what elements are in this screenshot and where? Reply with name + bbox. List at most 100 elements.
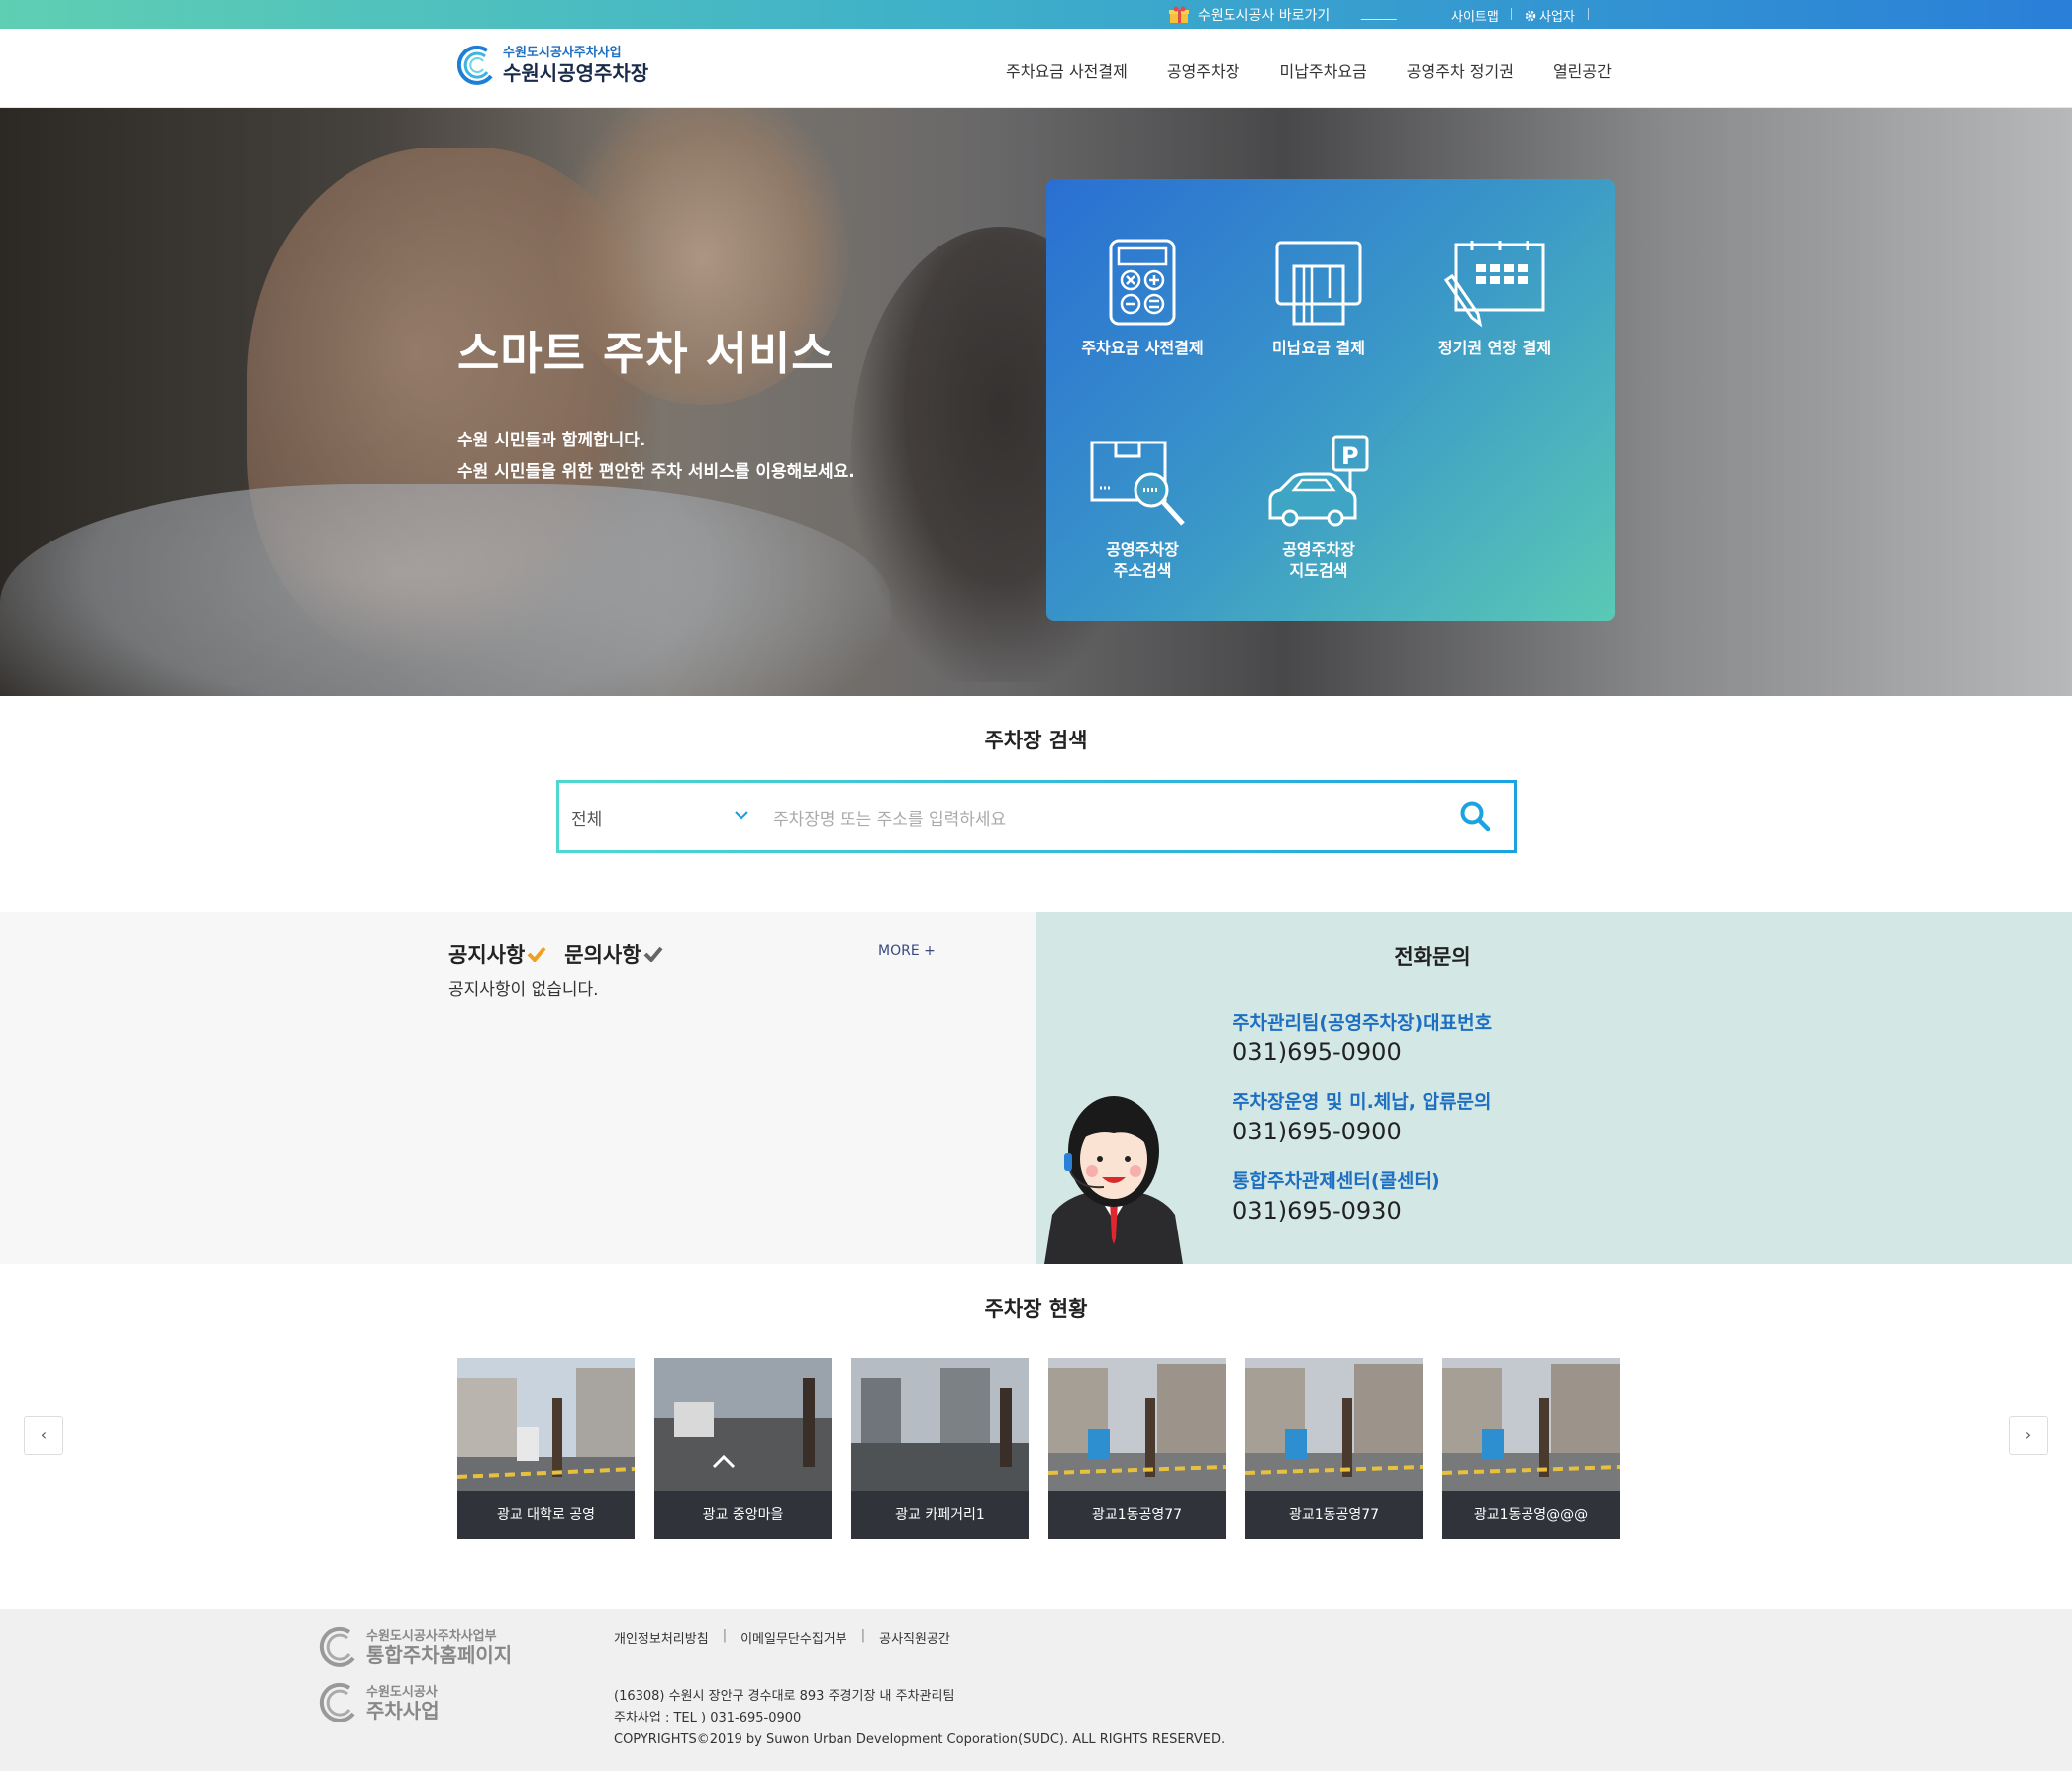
staff-space-link[interactable]: 공사직원공간 bbox=[879, 1628, 950, 1647]
notice-tabs: 공지사항 문의사항 bbox=[448, 939, 663, 969]
parking-lot-card[interactable]: 광교 카페거리1 bbox=[851, 1358, 1029, 1539]
parking-lot-name: 광교1동공영77 bbox=[1288, 1507, 1380, 1523]
footer-address: (16308) 수원시 장안구 경수대로 893 주경기장 내 주차관리팀 bbox=[614, 1689, 955, 1704]
service-season-pass[interactable]: 정기권 연장 결제 bbox=[1411, 239, 1579, 358]
phone-entry: 주차장운영 및 미.체납, 압류문의 031)695-0900 bbox=[1233, 1088, 1492, 1147]
calculator-icon bbox=[1109, 239, 1176, 326]
site-logo[interactable]: 수원도시공사주차사업 수원시공영주차장 bbox=[457, 45, 648, 86]
service-map-search-label1: 공영주차장 bbox=[1282, 541, 1355, 559]
service-address-search[interactable]: 공영주차장 주소검색 bbox=[1058, 435, 1227, 581]
site-header: 수원도시공사주차사업 수원시공영주차장 주차요금 사전결제 공영주차장 미납주차… bbox=[0, 29, 2072, 108]
nav-season-pass[interactable]: 공영주차 정기권 bbox=[1407, 58, 1514, 82]
footer-info: (16308) 수원시 장안구 경수대로 893 주경기장 내 주차관리팀 주차… bbox=[614, 1686, 1225, 1751]
nav-open-space[interactable]: 열린공간 bbox=[1553, 58, 1612, 82]
parking-lot-photo bbox=[1245, 1358, 1423, 1491]
footer-copyright: COPYRIGHTS©2019 by Suwon Urban Developme… bbox=[614, 1732, 1226, 1747]
status-title: 주차장 현황 bbox=[984, 1297, 1088, 1321]
phone-inquiry-section: 전화문의 주차관리팀(공영주차장)대표번호 031)695-0900 주차장운영… bbox=[1036, 912, 2072, 1264]
divider: | bbox=[860, 1628, 866, 1643]
tab-inquiry[interactable]: 문의사항 bbox=[564, 939, 663, 969]
parking-search-box: 전체 주차장명 또는 주소를 입력하세요 bbox=[556, 780, 1517, 853]
search-category-select[interactable]: 전체 bbox=[571, 805, 602, 830]
sitemap-link[interactable]: 사이트맵 bbox=[1451, 6, 1499, 25]
email-refusal-link[interactable]: 이메일무단수집거부 bbox=[740, 1628, 847, 1647]
top-utility-bar: 수원도시공사 바로가기 사이트맵 사업자 bbox=[0, 0, 2072, 29]
footer-logo-sub: 수원도시공사주차사업부 bbox=[366, 1628, 497, 1644]
parking-lot-photo bbox=[654, 1358, 832, 1491]
phone-entry-label: 통합주차관제센터(콜센터) bbox=[1233, 1170, 1440, 1192]
footer-logo-main: 주차사업 bbox=[366, 1698, 440, 1722]
nav-prepayment[interactable]: 주차요금 사전결제 bbox=[1006, 58, 1128, 82]
carousel-prev-button[interactable]: ‹ bbox=[24, 1416, 63, 1455]
service-map-search-label2: 지도검색 bbox=[1289, 561, 1348, 580]
business-label: 사업자 bbox=[1539, 10, 1575, 25]
chevron-down-icon[interactable] bbox=[732, 805, 751, 825]
logo-swirl-icon bbox=[457, 45, 493, 85]
logo-swirl-icon bbox=[319, 1682, 355, 1722]
tab-notice-label: 공지사항 bbox=[448, 943, 526, 967]
privacy-policy-link[interactable]: 개인정보처리방침 bbox=[614, 1628, 709, 1647]
notice-empty-message: 공지사항이 없습니다. bbox=[448, 980, 599, 1000]
svg-text:P: P bbox=[1341, 443, 1359, 470]
corp-link[interactable]: 수원도시공사 바로가기 bbox=[1168, 5, 1398, 25]
gear-icon bbox=[1525, 10, 1536, 21]
divider: | bbox=[722, 1628, 728, 1643]
site-footer: 수원도시공사주차사업부 통합주차홈페이지 수원도시공사 주차사업 개인정보처리방… bbox=[0, 1609, 2072, 1771]
service-unpaid[interactable]: 미납요금 결제 bbox=[1234, 239, 1403, 358]
phone-entry-number[interactable]: 031)695-0930 bbox=[1233, 1195, 1440, 1227]
corp-link-label: 수원도시공사 바로가기 bbox=[1198, 8, 1331, 24]
divider bbox=[1588, 8, 1589, 20]
service-prepayment[interactable]: 주차요금 사전결제 bbox=[1058, 239, 1227, 358]
parking-lot-card[interactable]: 광교 중앙마을 bbox=[654, 1358, 832, 1539]
service-prepayment-label: 주차요금 사전결제 bbox=[1081, 339, 1204, 357]
hero-subtitle-line2: 수원 시민들을 위한 편안한 주차 서비스를 이용해보세요. bbox=[457, 462, 855, 482]
arrow-decoration bbox=[1353, 10, 1398, 20]
parking-lot-card[interactable]: 광교1동공영@@@ bbox=[1442, 1358, 1620, 1539]
phone-entry: 주차관리팀(공영주차장)대표번호 031)695-0900 bbox=[1233, 1009, 1492, 1068]
phone-entry: 통합주차관제센터(콜센터) 031)695-0930 bbox=[1233, 1167, 1440, 1227]
parking-lot-carousel: 광교 대학로 공영 광교 중앙마을 광교 카페거리1 광교1동공영77 광교1동… bbox=[457, 1358, 1620, 1539]
search-input[interactable]: 주차장명 또는 주소를 입력하세요 bbox=[773, 805, 1006, 830]
notice-section: 공지사항 문의사항 MORE + 공지사항이 없습니다. bbox=[0, 912, 1036, 1264]
parking-lot-name: 광교 카페거리1 bbox=[895, 1507, 985, 1523]
parking-lot-card[interactable]: 광교1동공영77 bbox=[1048, 1358, 1226, 1539]
phone-entry-number[interactable]: 031)695-0900 bbox=[1233, 1036, 1492, 1068]
search-inner: 전체 주차장명 또는 주소를 입력하세요 bbox=[559, 783, 1514, 850]
phone-title: 전화문의 bbox=[1394, 945, 1471, 969]
hero-overlay bbox=[0, 108, 2072, 696]
service-unpaid-label: 미납요금 결제 bbox=[1272, 339, 1365, 357]
footer-logo-main: 통합주차홈페이지 bbox=[366, 1642, 513, 1667]
parking-lot-photo bbox=[1048, 1358, 1226, 1491]
phone-entry-number[interactable]: 031)695-0900 bbox=[1233, 1116, 1492, 1147]
logo-subtitle: 수원도시공사주차사업 bbox=[503, 46, 622, 60]
footer-tel: 주차사업 : TEL ) 031-695-0900 bbox=[614, 1711, 802, 1725]
footer-links: 개인정보처리방침 | 이메일무단수집거부 | 공사직원공간 bbox=[614, 1628, 950, 1647]
car-parking-map-icon: P bbox=[1268, 435, 1369, 527]
parking-lot-card[interactable]: 광교 대학로 공영 bbox=[457, 1358, 635, 1539]
quick-service-panel: 주차요금 사전결제 미납요금 결제 정기권 연장 결제 공영주차장 주소검색 P… bbox=[1046, 179, 1615, 621]
search-title: 주차장 검색 bbox=[984, 729, 1088, 752]
business-link[interactable]: 사업자 bbox=[1525, 6, 1575, 25]
parking-lot-name: 광교1동공영77 bbox=[1091, 1507, 1183, 1523]
service-map-search[interactable]: P 공영주차장 지도검색 bbox=[1234, 435, 1403, 581]
hero-subtitle-line1: 수원 시민들과 함께합니다. bbox=[457, 431, 646, 450]
call-agent-illustration bbox=[1044, 1096, 1183, 1264]
nav-public-parking[interactable]: 공영주차장 bbox=[1167, 58, 1240, 82]
search-icon[interactable] bbox=[1458, 799, 1492, 833]
service-address-search-label2: 주소검색 bbox=[1113, 561, 1172, 580]
footer-logo-integrated[interactable]: 수원도시공사주차사업부 통합주차홈페이지 bbox=[319, 1626, 512, 1668]
parking-lot-name: 광교1동공영@@@ bbox=[1473, 1507, 1589, 1523]
card-payment-icon bbox=[1275, 241, 1362, 326]
parking-lot-name: 광교 중앙마을 bbox=[702, 1507, 784, 1523]
footer-logo-parking[interactable]: 수원도시공사 주차사업 bbox=[319, 1682, 440, 1723]
parking-lot-card[interactable]: 광교1동공영77 bbox=[1245, 1358, 1423, 1539]
phone-entry-label: 주차장운영 및 미.체납, 압류문의 bbox=[1233, 1091, 1492, 1113]
carousel-next-button[interactable]: › bbox=[2009, 1416, 2048, 1455]
tab-notice[interactable]: 공지사항 bbox=[448, 939, 546, 969]
more-link[interactable]: MORE + bbox=[878, 943, 936, 959]
parking-lot-photo bbox=[1442, 1358, 1620, 1491]
phone-entry-label: 주차관리팀(공영주차장)대표번호 bbox=[1233, 1012, 1493, 1033]
main-navigation: 주차요금 사전결제 공영주차장 미납주차요금 공영주차 정기권 열린공간 bbox=[1006, 58, 1612, 82]
service-season-pass-label: 정기권 연장 결제 bbox=[1437, 339, 1552, 357]
nav-unpaid-fee[interactable]: 미납주차요금 bbox=[1279, 58, 1366, 82]
